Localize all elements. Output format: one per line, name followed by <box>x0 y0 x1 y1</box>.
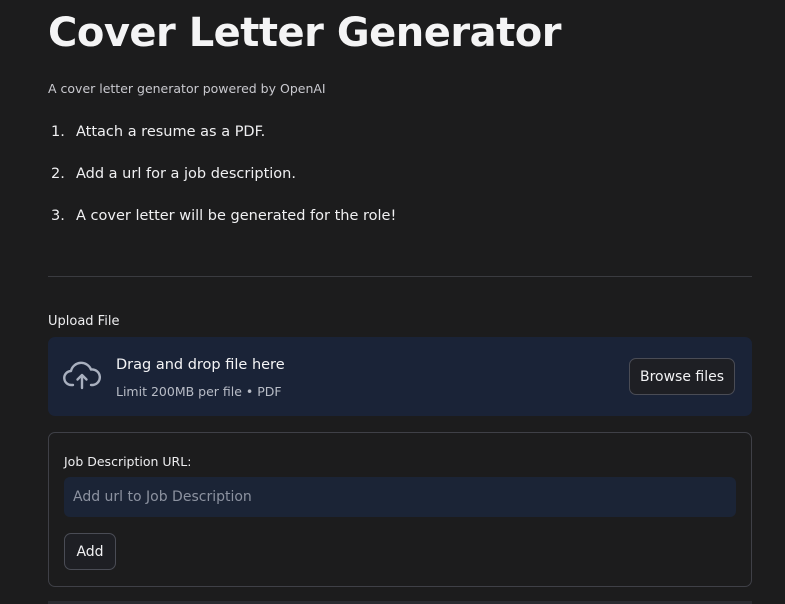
dropzone-title: Drag and drop file here <box>116 357 285 373</box>
add-button[interactable]: Add <box>64 533 116 570</box>
job-url-form: Job Description URL: Add <box>48 432 752 587</box>
job-url-input[interactable] <box>64 477 736 517</box>
page-title: Cover Letter Generator <box>48 10 561 56</box>
upload-file-label: Upload File <box>48 314 120 329</box>
job-url-label: Job Description URL: <box>64 454 192 469</box>
step-number: 3. <box>51 208 65 224</box>
cloud-upload-icon <box>63 361 101 390</box>
file-dropzone[interactable]: Drag and drop file here Limit 200MB per … <box>48 337 752 416</box>
step-text: A cover letter will be generated for the… <box>76 208 397 224</box>
step-number: 1. <box>51 124 65 140</box>
dropzone-limit-text: Limit 200MB per file • PDF <box>116 384 282 399</box>
section-divider <box>48 276 752 277</box>
step-number: 2. <box>51 166 65 182</box>
app-page: Cover Letter Generator A cover letter ge… <box>0 0 785 604</box>
page-subtitle: A cover letter generator powered by Open… <box>48 81 326 96</box>
step-text: Add a url for a job description. <box>76 166 296 182</box>
browse-files-button[interactable]: Browse files <box>629 358 735 395</box>
step-text: Attach a resume as a PDF. <box>76 124 266 140</box>
